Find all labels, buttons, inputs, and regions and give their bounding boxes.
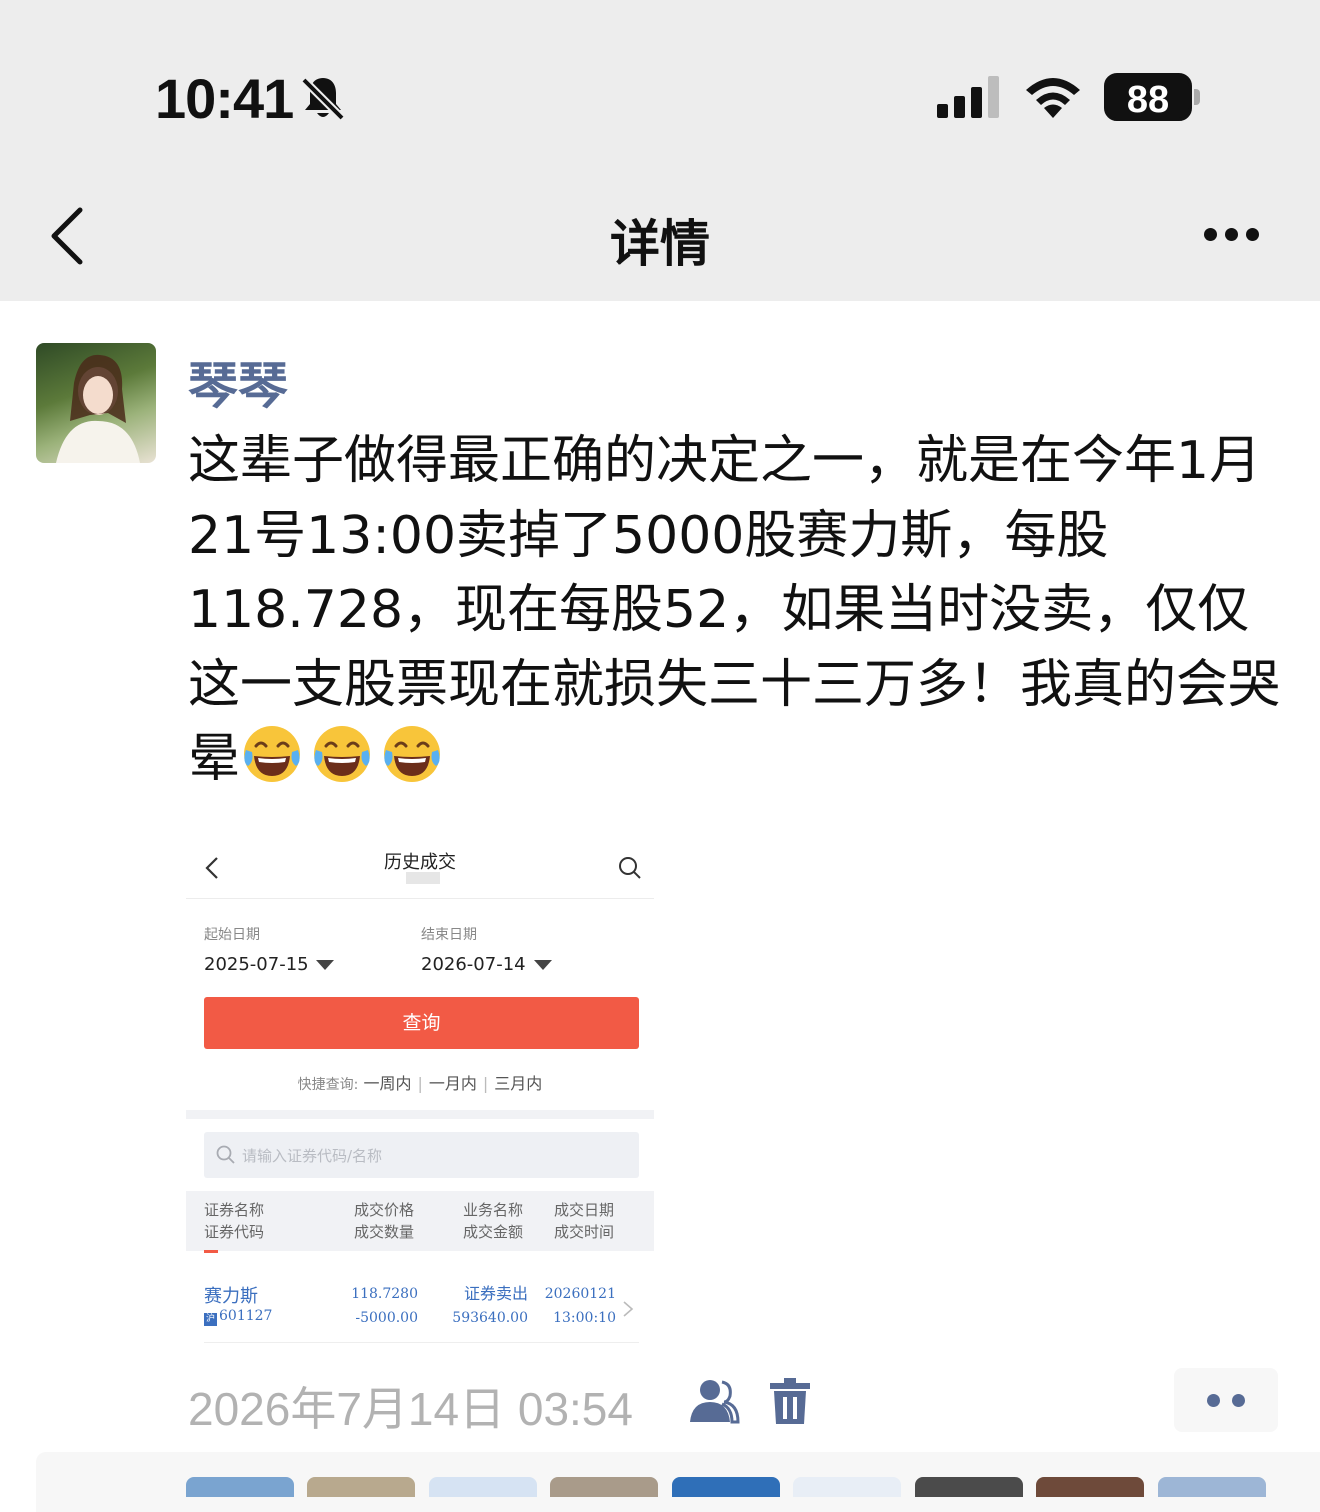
table-header: 证券名称 证券代码 成交价格 成交数量 业务名称 成交金额 成交日期 成交时间 — [186, 1191, 654, 1251]
trade-time: 13:00:10 — [553, 1310, 616, 1326]
status-time: 10:41 — [155, 67, 294, 130]
visibility-people-icon[interactable] — [688, 1378, 740, 1424]
liker-avatar[interactable] — [1036, 1477, 1144, 1497]
search-placeholder: 请输入证券代码/名称 — [242, 1147, 383, 1165]
trade-amount: 593640.00 — [452, 1310, 528, 1326]
security-name: 赛力斯 — [204, 1286, 258, 1307]
battery-level: 88 — [1104, 73, 1192, 121]
chevron-right-icon — [623, 1301, 634, 1317]
more-options-button[interactable] — [1196, 224, 1266, 246]
trade-quantity: -5000.00 — [355, 1310, 418, 1326]
status-bar: 10:41 88 — [0, 0, 1320, 190]
trash-icon[interactable] — [770, 1378, 810, 1424]
like-comment-button[interactable] — [1174, 1368, 1278, 1432]
start-date-value: 2025-07-15 — [204, 954, 309, 975]
emoji-group — [240, 726, 450, 789]
post-timestamp: 2026年7月14日 03:54 — [188, 1383, 633, 1435]
query-button: 查询 — [204, 997, 639, 1049]
security-search-box: 请输入证券代码/名称 — [204, 1132, 639, 1178]
liker-avatar[interactable] — [429, 1477, 537, 1497]
cellular-signal-icon — [937, 76, 999, 118]
trade-date: 20260121 — [544, 1286, 616, 1302]
quick-query: 快捷查询: 一周内 | 一月内 | 三月内 — [297, 1074, 543, 1093]
laughing-tears-emoji-icon — [384, 726, 441, 782]
dropdown-arrow-icon — [316, 960, 334, 970]
liker-avatar[interactable] — [550, 1477, 658, 1497]
post-body: 这辈子做得最正确的决定之一，就是在今年1月21号13:00卖掉了5000股赛力斯… — [188, 424, 1298, 797]
masked-account — [406, 872, 440, 884]
business-name: 证券卖出 — [463, 1284, 528, 1303]
dropdown-arrow-icon — [534, 960, 552, 970]
trade-price: 118.7280 — [351, 1286, 418, 1302]
attached-screenshot[interactable]: 历史成交 起始日期 2025-07-15 结束日期 2026-07-14 查询 … — [186, 826, 654, 1346]
search-icon — [216, 1145, 235, 1164]
end-date-value: 2026-07-14 — [421, 954, 526, 975]
liker-avatar[interactable] — [672, 1477, 780, 1497]
author-name[interactable]: 琴琴 — [188, 346, 288, 418]
start-date-label: 起始日期 — [204, 927, 260, 943]
avatar-image — [56, 354, 140, 463]
end-date-label: 结束日期 — [421, 927, 477, 943]
liker-avatar[interactable] — [793, 1477, 901, 1497]
liker-avatar[interactable] — [1158, 1477, 1266, 1497]
search-icon — [619, 857, 641, 879]
liker-avatar[interactable] — [915, 1477, 1023, 1497]
bell-muted-icon — [301, 77, 345, 121]
laughing-tears-emoji-icon — [244, 726, 301, 782]
table-row: 赛力斯 沪 601127 118.7280 -5000.00 证券卖出 59364… — [186, 1272, 654, 1344]
liker-avatar[interactable] — [307, 1477, 415, 1497]
history-title: 历史成交 — [384, 852, 456, 873]
security-code: 沪 601127 — [204, 1308, 273, 1326]
page-title: 详情 — [610, 215, 710, 273]
battery-icon: 88 — [1104, 73, 1200, 121]
liker-avatar[interactable] — [186, 1477, 294, 1497]
laughing-tears-emoji-icon — [314, 726, 371, 782]
avatar[interactable] — [36, 343, 156, 463]
wifi-icon — [1026, 78, 1080, 118]
nav-bar: 详情 — [0, 190, 1320, 301]
